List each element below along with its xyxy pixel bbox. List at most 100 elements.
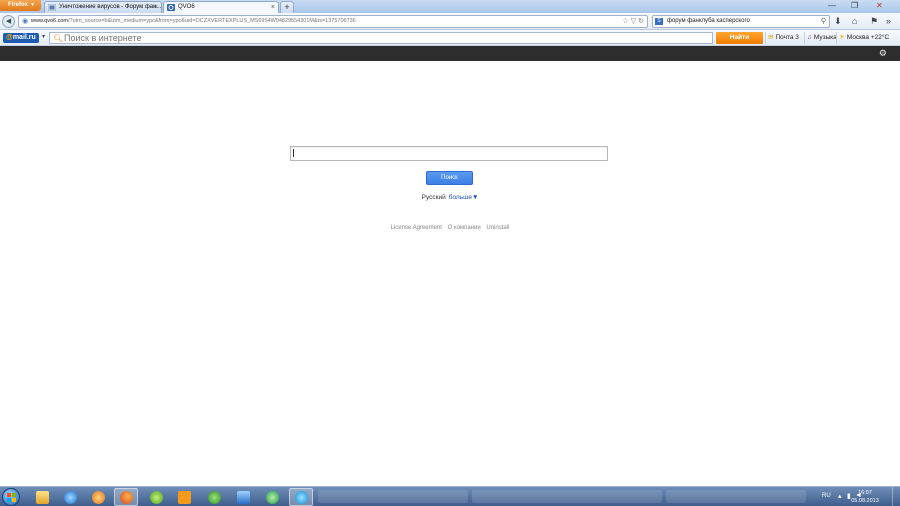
about-link[interactable]: О компании [448,225,481,231]
text-cursor [293,149,294,157]
globe-icon: ◉ [22,18,29,25]
clock-time: 16:07 [858,490,872,496]
browser-globe-icon [149,490,163,504]
search-button[interactable]: Поиск [426,171,473,185]
folder-icon [35,490,49,504]
url-host: www.qvo6.com [31,18,68,24]
search-engine-icon[interactable]: S [655,18,663,25]
url-bar[interactable]: ◉ www.qvo6.com/?utm_source=b&utm_medium=… [18,15,648,28]
odnoklassniki-icon [177,490,191,504]
taskbar-window-item[interactable] [318,490,468,503]
firefox-menu-label: Firefox [8,2,29,8]
monitor-icon [236,490,250,504]
divider [836,32,837,44]
taskbar-skype[interactable] [289,488,313,506]
home-icon[interactable]: ⌂ [852,16,857,26]
taskbar-odnoklassniki[interactable] [172,488,196,506]
forum-favicon-icon [48,4,56,11]
internet-explorer-icon [63,490,77,504]
tab-qvo6[interactable]: QVO6 × [163,1,279,13]
addon-icon[interactable]: ⚑ [870,16,878,26]
page-header: ⚙ [0,46,900,61]
download-icon[interactable]: ⬇ [834,16,842,26]
skype-icon [294,490,308,504]
taskbar: RU ▴ ▮ ◄ 16:07 05.08.2013 [0,486,900,506]
back-button[interactable]: ◀ [2,15,15,28]
navigation-bar: ◀ ◉ www.qvo6.com/?utm_source=b&utm_mediu… [0,13,900,30]
weather-button[interactable]: ☀ Москва +22°C [839,33,889,43]
weather-label: Москва +22°C [846,34,890,41]
media-player-icon [91,490,105,504]
taskbar-media-player[interactable] [86,488,110,506]
gear-icon[interactable]: ⚙ [879,48,887,58]
utorrent-icon [207,490,221,504]
tab-forum[interactable]: Уничтожение вирусов - Форум фан... × [44,1,162,13]
clock-date: 05.08.2013 [851,498,879,504]
show-desktop-button[interactable] [892,487,900,506]
close-icon[interactable]: × [154,2,158,13]
maximize-icon[interactable]: ❐ [851,0,858,11]
language-row: Русский больше▼ [0,194,900,201]
mailru-logo-at: @ [6,34,13,41]
browser-search-bar[interactable]: S форум фанклуба касперского ⚲ [652,15,830,28]
music-button[interactable]: ♫ Музыка [807,33,837,43]
mailru-find-button[interactable]: Найти [716,32,763,44]
divider [804,32,805,44]
search-key-icon: 🔍︎ [53,34,64,43]
license-agreement-link[interactable]: License Agreement [391,225,442,231]
more-languages-link[interactable]: больше▼ [449,194,479,201]
chevron-down-icon[interactable]: ▾ [42,33,45,40]
uninstall-link[interactable]: Uninstall [486,225,509,231]
music-icon: ♫ [807,34,812,41]
taskbar-monitor-app[interactable] [231,488,255,506]
mailru-logo-text: mail.ru [12,34,36,41]
browser-search-value: форум фанклуба касперского [667,18,750,24]
footer-links: License Agreement О компании Uninstall [0,225,900,231]
bookmark-star-icon[interactable]: ☆ [623,18,629,25]
mailru-toolbar: @mail.ru ▾ 🔍︎ Поиск в интернете Найти ✉ П… [0,30,900,46]
close-icon[interactable]: × [271,2,275,13]
chevron-down-icon: ▼ [30,2,35,8]
start-button[interactable] [2,488,20,506]
taskbar-window-item[interactable] [666,490,806,503]
divider [765,32,766,44]
tab-strip: Firefox ▼ Уничтожение вирусов - Форум фан… [0,0,900,13]
mailru-logo[interactable]: @mail.ru [3,33,39,43]
envelope-icon: ✉ [768,34,774,41]
qvo6-favicon-icon [167,4,175,11]
tray-expand-icon[interactable]: ▴ [838,492,842,500]
mailru-search-input[interactable]: 🔍︎ Поиск в интернете [49,32,713,44]
menu-overflow-icon[interactable]: » [886,16,891,26]
current-language: Русский [421,194,446,201]
reload-icon[interactable]: ↻ [638,18,644,25]
window-close-icon[interactable]: ✕ [876,0,883,11]
sun-icon: ☀ [839,34,845,41]
windows-logo-icon [7,493,16,502]
taskbar-firefox[interactable] [114,488,138,506]
firefox-icon [119,490,133,504]
new-tab-button[interactable]: + [280,1,294,13]
mail-button[interactable]: ✉ Почта 3 [768,33,799,43]
taskbar-green-app[interactable] [260,488,284,506]
tab-title: Уничтожение вирусов - Форум фан... [59,4,162,10]
taskbar-explorer[interactable] [30,488,54,506]
firefox-menu-button[interactable]: Firefox ▼ [0,0,41,11]
tray-clock[interactable]: 16:07 05.08.2013 [845,489,885,505]
screen: Firefox ▼ Уничтожение вирусов - Форум фан… [0,0,900,506]
music-label: Музыка [813,34,837,41]
history-dropdown-icon[interactable]: ▽ [631,18,636,25]
url-actions: ☆ ▽ ↻ [623,16,644,27]
keyboard-language[interactable]: RU [822,493,831,499]
taskbar-window-item[interactable] [472,490,662,503]
taskbar-ie[interactable] [58,488,82,506]
mail-label: Почта 3 [775,34,799,41]
url-path: /?utm_source=b&utm_medium=ypc&from=ypc&u… [68,18,356,24]
taskbar-utorrent[interactable] [202,488,226,506]
green-app-icon [265,490,279,504]
taskbar-browser[interactable] [144,488,168,506]
main-search-input[interactable] [290,146,608,161]
tab-title: QVO6 [178,4,195,10]
back-arrow-icon: ◀ [5,18,12,25]
search-icon[interactable]: ⚲ [821,16,826,27]
minimize-icon[interactable]: — [828,0,836,11]
